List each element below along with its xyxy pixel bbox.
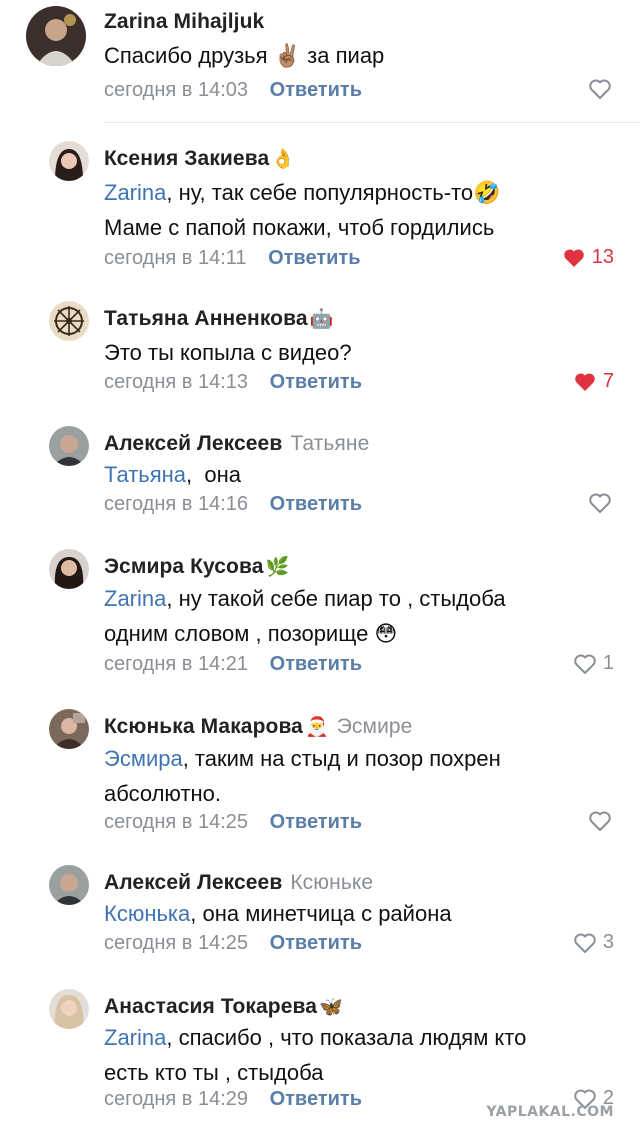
comment: Эсмира Кусова 🌿 Zarina, ну такой себе пиа…	[0, 543, 640, 688]
author-name[interactable]: Алексей Лексеев	[104, 432, 282, 455]
like-button[interactable]	[588, 78, 612, 100]
timestamp: сегодня в 14:16	[104, 493, 248, 515]
comment: Ксения Закиева 👌 Zarina, ну, так себе поп…	[0, 135, 640, 285]
avatar[interactable]	[49, 301, 89, 341]
comment: Zarina Mihajljuk Спасибо друзья ✌🏽 за пи…	[0, 0, 640, 124]
reply-button[interactable]: Ответить	[270, 1088, 362, 1110]
comment: Анастасия Токарева 🦋 Zarina, спасибо , чт…	[0, 983, 640, 1123]
reply-to-label[interactable]: Ксюньке	[290, 871, 373, 894]
author-name[interactable]: Алексей Лексеев	[104, 871, 282, 894]
heart-filled-icon	[575, 372, 595, 391]
avatar[interactable]	[26, 6, 86, 66]
like-count: 3	[602, 931, 614, 953]
comment: Алексей Лексеев Ксюньке Ксюнька, она мине…	[0, 859, 640, 969]
reply-button[interactable]: Ответить	[268, 247, 360, 269]
comment-text: Это ты копыла с видео?	[104, 340, 352, 365]
timestamp: сегодня в 14:11	[104, 247, 247, 269]
comment-text: Спасибо друзья ✌🏽 за пиар	[104, 43, 385, 68]
author-name[interactable]: Анастасия Токарева	[104, 995, 317, 1018]
author-name[interactable]: Zarina Mihajljuk	[104, 10, 264, 33]
reply-button[interactable]: Ответить	[270, 932, 362, 954]
watermark: YAPLAKAL.COM	[486, 1104, 614, 1120]
mention-link[interactable]: Zarina	[104, 180, 166, 205]
avatar[interactable]	[49, 426, 89, 466]
like-button[interactable]: 1	[573, 652, 614, 675]
avatar[interactable]	[49, 865, 89, 905]
heart-outline-icon	[589, 79, 611, 99]
mention-link[interactable]: Zarina	[104, 1025, 166, 1050]
comment-text: Татьяна, она	[104, 462, 242, 487]
comment-text: Zarina, ну, так себе популярность-то🤣 Ма…	[104, 180, 501, 240]
heart-outline-icon	[589, 811, 611, 831]
reply-button[interactable]: Ответить	[270, 811, 362, 833]
heart-outline-icon	[589, 493, 611, 513]
timestamp: сегодня в 14:29	[104, 1088, 248, 1110]
author-badge-emoji: 🤖	[309, 309, 334, 330]
reply-to-label[interactable]: Эсмире	[337, 715, 413, 738]
mention-link[interactable]: Татьяна	[104, 462, 186, 487]
reply-button[interactable]: Ответить	[270, 653, 362, 675]
like-button[interactable]: 3	[573, 931, 614, 954]
timestamp: сегодня в 14:03	[104, 79, 248, 101]
timestamp: сегодня в 14:13	[104, 371, 248, 393]
comment: Ксюнька Макарова 🎅 Эсмире Эсмира, таким на…	[0, 703, 640, 848]
like-count: 13	[591, 246, 614, 268]
heart-outline-icon	[574, 933, 596, 953]
heart-filled-icon	[563, 248, 584, 267]
like-button[interactable]	[588, 810, 612, 832]
mention-link[interactable]: Ксюнька	[104, 901, 190, 926]
comment: Алексей Лексеев Татьяне Татьяна, она сего…	[0, 420, 640, 530]
timestamp: сегодня в 14:25	[104, 932, 248, 954]
like-button[interactable]: 7	[573, 370, 614, 393]
author-badge-emoji: 👌	[271, 149, 295, 170]
author-name[interactable]: Татьяна Анненкова	[104, 307, 308, 330]
like-count: 1	[602, 652, 614, 674]
avatar[interactable]	[49, 549, 89, 589]
comment-text: Zarina, спасибо , что показала людям кто…	[104, 1025, 527, 1085]
like-count: 7	[602, 370, 614, 392]
timestamp: сегодня в 14:25	[104, 811, 248, 833]
comment-text: Эсмира, таким на стыд и позор похрен абс…	[104, 746, 501, 806]
reply-button[interactable]: Ответить	[270, 493, 362, 515]
comment-text: Ксюнька, она минетчица с района	[104, 901, 452, 926]
avatar[interactable]	[49, 709, 89, 749]
avatar[interactable]	[49, 989, 89, 1029]
timestamp: сегодня в 14:21	[104, 653, 248, 675]
avatar[interactable]	[49, 141, 89, 181]
reply-to-label[interactable]: Татьяне	[290, 432, 369, 455]
divider	[104, 122, 640, 123]
like-button[interactable]	[588, 492, 612, 514]
comment: Татьяна Анненкова 🤖 Это ты копыла с видео…	[0, 295, 640, 405]
author-name[interactable]: Ксения Закиева	[104, 147, 269, 170]
mention-link[interactable]: Эсмира	[104, 746, 183, 771]
heart-outline-icon	[574, 654, 596, 674]
comments-feed: Zarina Mihajljuk Спасибо друзья ✌🏽 за пи…	[0, 0, 640, 1146]
author-badge-emoji: 🎅	[304, 717, 329, 738]
like-button[interactable]: 13	[562, 246, 614, 269]
author-name[interactable]: Эсмира Кусова	[104, 555, 264, 578]
comment-text: Zarina, ну такой себе пиар то , стыдоба …	[104, 586, 506, 646]
author-name[interactable]: Ксюнька Макарова	[104, 715, 303, 738]
reply-button[interactable]: Ответить	[270, 371, 362, 393]
mention-link[interactable]: Zarina	[104, 586, 166, 611]
author-badge-emoji: 🌿	[265, 557, 290, 578]
author-badge-emoji: 🦋	[319, 997, 343, 1018]
reply-button[interactable]: Ответить	[270, 79, 362, 101]
